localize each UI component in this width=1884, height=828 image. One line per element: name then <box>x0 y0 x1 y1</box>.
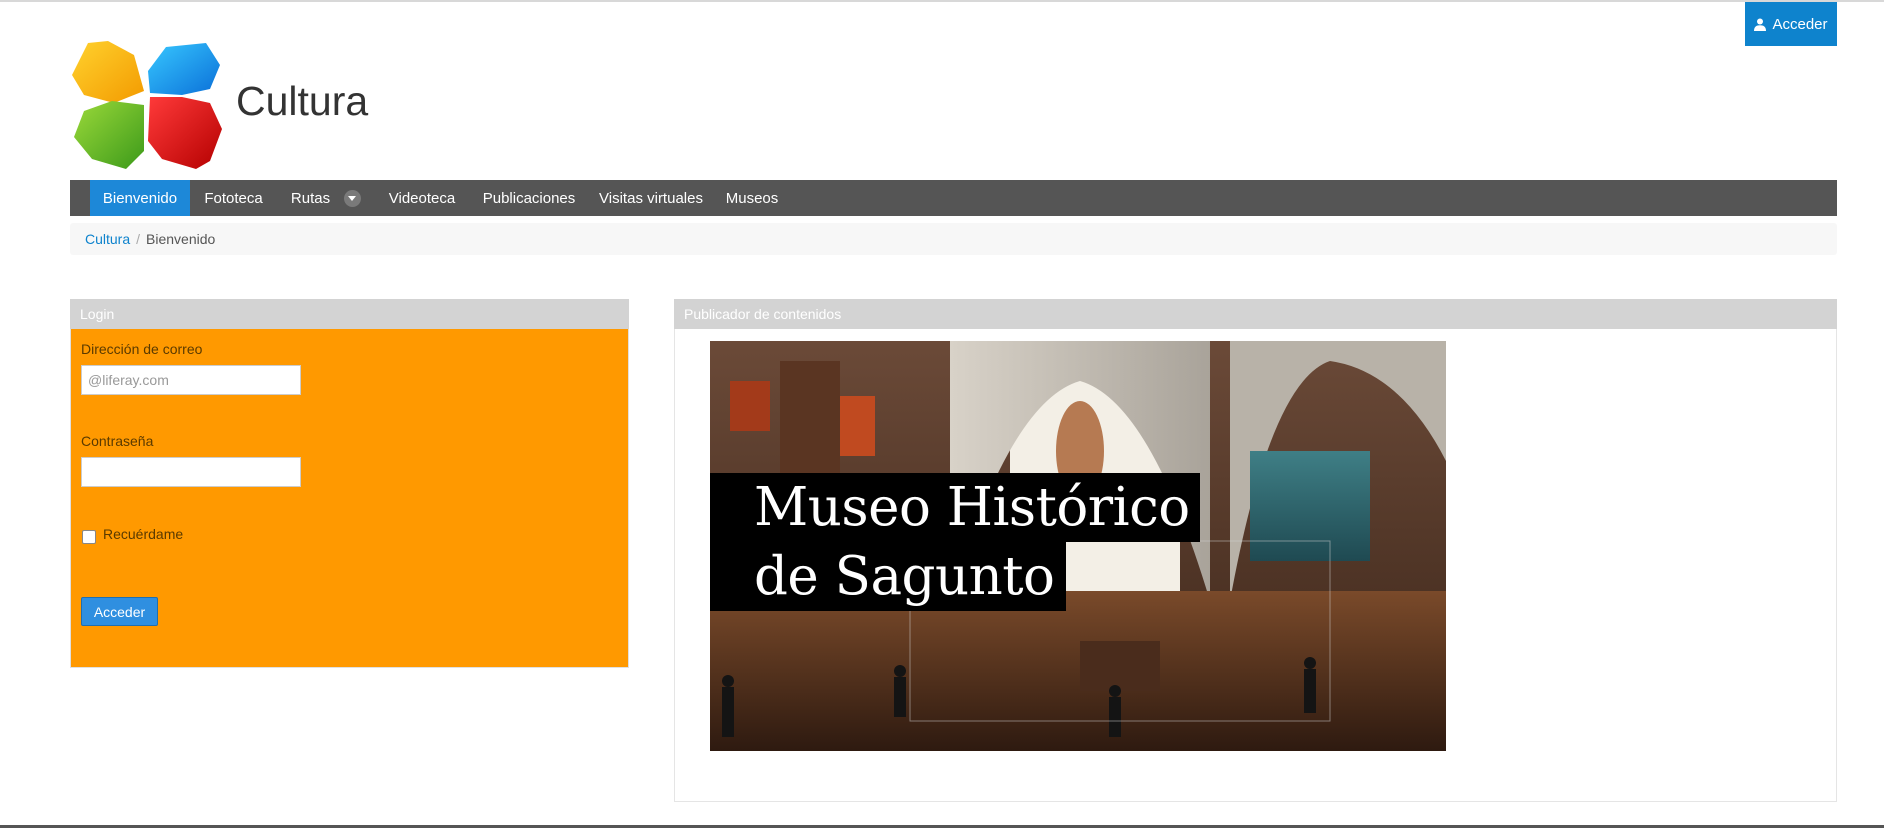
top-border <box>0 0 1884 2</box>
breadcrumb: Cultura / Bienvenido <box>70 223 1837 255</box>
email-field[interactable] <box>81 365 301 395</box>
content-publisher-body: Museo Histórico de Sagunto <box>674 329 1837 802</box>
site-logo[interactable] <box>70 41 224 169</box>
museum-title-line-2: de Sagunto <box>710 542 1066 611</box>
signin-button[interactable]: Acceder <box>1745 2 1837 46</box>
login-portlet: Login Dirección de correo Contraseña Rec… <box>70 299 629 668</box>
nav-item-label: Videoteca <box>388 189 456 207</box>
nav-item-museos[interactable]: Museos <box>713 180 791 216</box>
nav-item-videoteca[interactable]: Videoteca <box>375 180 469 216</box>
museum-title-overlay: Museo Histórico de Sagunto <box>710 341 1446 751</box>
nav-item-fototeca[interactable]: Fototeca <box>190 180 277 216</box>
login-portlet-title: Login <box>70 299 629 329</box>
nav-item-label: Museos <box>725 189 779 207</box>
remember-me-label[interactable]: Recuérdame <box>103 526 183 542</box>
logo-icon <box>72 41 222 169</box>
nav-item-visitas-virtuales[interactable]: Visitas virtuales <box>589 180 713 216</box>
breadcrumb-current: Bienvenido <box>146 231 216 247</box>
museum-banner-image[interactable]: Museo Histórico de Sagunto <box>710 341 1446 751</box>
nav-item-publicaciones[interactable]: Publicaciones <box>469 180 589 216</box>
nav-item-label: Visitas virtuales <box>599 189 703 207</box>
content-publisher-title: Publicador de contenidos <box>674 299 1837 329</box>
password-field[interactable] <box>81 457 301 487</box>
nav-item-label: Bienvenido <box>102 189 178 207</box>
caret-down-icon[interactable] <box>344 189 362 207</box>
signin-label: Acceder <box>1772 15 1828 33</box>
site-name[interactable]: Cultura <box>236 78 368 125</box>
nav-item-label: Fototeca <box>204 189 263 207</box>
breadcrumb-separator: / <box>136 231 141 247</box>
nav-item-rutas[interactable]: Rutas <box>277 180 375 216</box>
museum-title-line-1: Museo Histórico <box>710 473 1200 542</box>
content-publisher-portlet: Publicador de contenidos Museo Histórico… <box>674 299 1837 802</box>
nav-item-label: Publicaciones <box>482 189 576 207</box>
breadcrumb-link-cultura[interactable]: Cultura <box>85 231 130 247</box>
login-form: Dirección de correo Contraseña Recuérdam… <box>70 329 629 668</box>
password-label: Contraseña <box>81 433 154 449</box>
nav-item-bienvenido[interactable]: Bienvenido <box>90 180 190 216</box>
user-icon <box>1754 18 1767 31</box>
login-submit-button[interactable]: Acceder <box>81 597 158 626</box>
remember-me-checkbox[interactable] <box>82 530 96 544</box>
main-navigation: Bienvenido Fototeca Rutas Videoteca Publ… <box>70 180 1837 216</box>
nav-item-label: Rutas <box>290 189 331 207</box>
email-label: Dirección de correo <box>81 341 203 357</box>
